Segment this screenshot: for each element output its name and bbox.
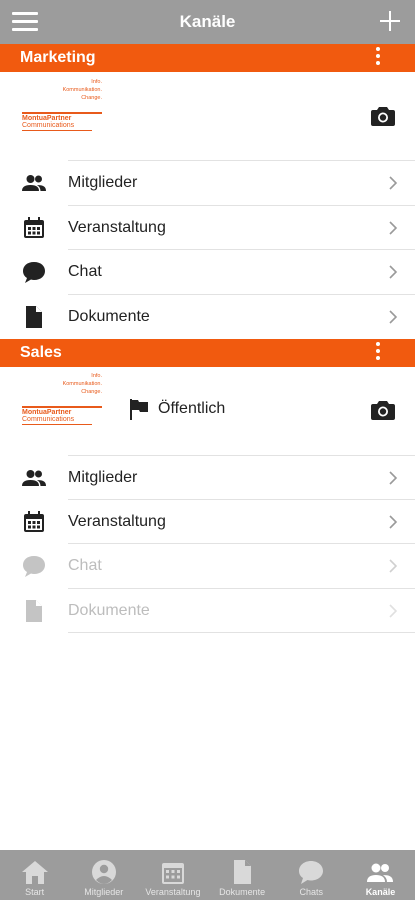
channel-name: Sales xyxy=(20,344,62,361)
menu-item-label: Veranstaltung xyxy=(68,513,166,530)
menu-item-veranstaltung[interactable]: Veranstaltung xyxy=(0,500,415,544)
camera-icon[interactable] xyxy=(371,400,395,420)
calendar-icon xyxy=(161,863,184,884)
tab-label: Start xyxy=(25,887,45,897)
app-screen: Kanäle Marketing Info. Kommunikation. Ch… xyxy=(0,0,415,900)
chat-icon xyxy=(299,861,324,884)
menu-item-mitglieder[interactable]: Mitglieder xyxy=(0,456,415,500)
more-options-icon[interactable] xyxy=(375,342,381,364)
page-title: Kanäle xyxy=(179,12,236,31)
tab-dokumente[interactable]: Dokumente xyxy=(208,850,277,900)
tab-label: Dokumente xyxy=(219,887,266,897)
tab-kanaele[interactable]: Kanäle xyxy=(346,850,415,900)
channel-logo: Info. Kommunikation. Change. MontuaPartn… xyxy=(22,78,102,163)
logo-tagline: Info. xyxy=(91,373,102,379)
chevron-right-icon xyxy=(389,221,398,235)
menu-item-chat[interactable]: Chat xyxy=(0,250,415,294)
logo-brand: MontuaPartner xyxy=(22,115,72,122)
user-icon xyxy=(91,860,116,884)
menu-item-dokumente[interactable]: Dokumente xyxy=(0,295,415,339)
top-app-bar: Kanäle xyxy=(0,0,415,44)
bottom-tab-bar: Start Mitglieder Veranstaltung Dokumente xyxy=(0,850,415,900)
tab-label: Mitglieder xyxy=(84,887,124,897)
menu-item-label: Chat xyxy=(68,263,102,280)
logo-tagline: Kommunikation. xyxy=(62,381,102,387)
chevron-right-icon xyxy=(389,310,398,324)
tab-veranstaltung[interactable]: Veranstaltung xyxy=(138,850,207,900)
document-icon xyxy=(26,306,42,328)
menu-item-label: Mitglieder xyxy=(68,174,138,191)
menu-item-mitglieder[interactable]: Mitglieder xyxy=(0,161,415,205)
tab-start[interactable]: Start xyxy=(0,850,69,900)
home-icon xyxy=(21,861,48,884)
channel-header-marketing: Marketing xyxy=(0,44,415,72)
visibility-public[interactable]: Öffentlich xyxy=(128,398,225,420)
chevron-right-icon xyxy=(389,604,398,618)
logo-tagline: Info. xyxy=(91,79,102,85)
members-icon xyxy=(22,175,46,191)
chevron-right-icon xyxy=(389,176,398,190)
more-options-icon[interactable] xyxy=(375,47,381,69)
flag-icon xyxy=(130,399,148,420)
calendar-icon xyxy=(24,511,44,532)
logo-tagline: Change. xyxy=(81,95,102,101)
document-icon xyxy=(234,860,252,884)
hamburger-menu-icon[interactable] xyxy=(12,12,38,32)
chevron-right-icon xyxy=(389,471,398,485)
logo-tagline: Change. xyxy=(81,389,102,395)
chevron-right-icon xyxy=(389,265,398,279)
menu-item-chat-disabled: Chat xyxy=(0,544,415,588)
tab-label: Kanäle xyxy=(365,887,396,897)
menu-item-label: Chat xyxy=(68,557,102,574)
chat-icon xyxy=(23,262,45,283)
tab-label: Chats xyxy=(299,887,324,897)
members-icon xyxy=(22,470,46,486)
logo-brand-sub: Communications xyxy=(22,122,75,129)
menu-item-label: Dokumente xyxy=(68,308,150,325)
visibility-label: Öffentlich xyxy=(158,400,226,417)
channel-name: Marketing xyxy=(20,49,96,66)
menu-item-label: Dokumente xyxy=(68,602,150,619)
chevron-right-icon xyxy=(389,559,398,573)
logo-brand-sub: Communications xyxy=(22,416,75,423)
menu-item-label: Mitglieder xyxy=(68,469,138,486)
logo-brand: MontuaPartner xyxy=(22,409,72,416)
chevron-right-icon xyxy=(389,515,398,529)
menu-item-label: Veranstaltung xyxy=(68,219,166,236)
channel-logo: Info. Kommunikation. Change. MontuaPartn… xyxy=(22,372,102,457)
add-channel-icon[interactable] xyxy=(379,10,401,32)
members-icon xyxy=(367,863,394,882)
logo-tagline: Kommunikation. xyxy=(62,87,102,93)
calendar-icon xyxy=(24,217,44,238)
document-icon xyxy=(26,600,42,622)
tab-mitglieder[interactable]: Mitglieder xyxy=(69,850,138,900)
tab-label: Veranstaltung xyxy=(145,887,201,897)
tab-chats[interactable]: Chats xyxy=(277,850,346,900)
menu-item-veranstaltung[interactable]: Veranstaltung xyxy=(0,206,415,250)
channel-header-sales: Sales xyxy=(0,339,415,367)
camera-icon[interactable] xyxy=(371,106,395,126)
menu-item-dokumente-disabled: Dokumente xyxy=(0,589,415,633)
chat-icon xyxy=(23,556,45,577)
